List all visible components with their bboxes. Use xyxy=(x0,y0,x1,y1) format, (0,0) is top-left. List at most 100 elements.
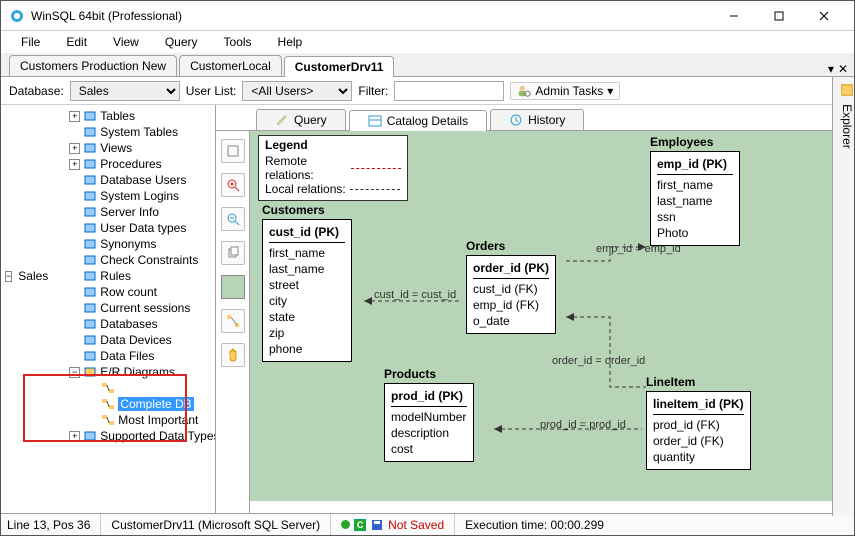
expand-icon[interactable]: + xyxy=(69,431,80,442)
entity-column: cust_id (FK) xyxy=(473,281,549,297)
tool-fit[interactable] xyxy=(221,139,245,163)
status-indicators: C Not Saved xyxy=(341,514,455,535)
menu-edit[interactable]: Edit xyxy=(54,33,99,51)
admin-tasks-button[interactable]: Admin Tasks ▾ xyxy=(510,82,620,100)
tree-item[interactable]: Server Info xyxy=(100,205,159,219)
tree-supported[interactable]: Supported Data Types xyxy=(100,429,216,443)
object-tree[interactable]: − Sales + Tables System Tables + Views + Proce… xyxy=(1,105,216,516)
diagram-icon xyxy=(101,381,115,395)
node-icon xyxy=(83,173,97,187)
entity-column: prod_id (FK) xyxy=(653,417,744,433)
tree-item[interactable]: Tables xyxy=(100,109,135,123)
entity-column: quantity xyxy=(653,449,744,465)
pencil-icon xyxy=(275,113,289,127)
menu-query[interactable]: Query xyxy=(153,33,210,51)
entity-orders[interactable]: Ordersorder_id (PK)cust_id (FK)emp_id (F… xyxy=(466,239,556,334)
minimize-button[interactable] xyxy=(711,2,756,30)
tree-root[interactable]: Sales xyxy=(18,269,48,283)
tree-er-item[interactable]: Complete DB xyxy=(118,397,193,411)
title-bar: WinSQL 64bit (Professional) xyxy=(1,1,854,31)
node-icon xyxy=(83,365,97,379)
node-icon xyxy=(83,157,97,171)
collapse-icon[interactable]: − xyxy=(69,367,80,378)
tree-item[interactable]: Rules xyxy=(100,269,131,283)
entity-lineitem[interactable]: LineItemlineItem_id (PK)prod_id (FK)orde… xyxy=(646,375,751,470)
menu-bar: File Edit View Query Tools Help xyxy=(1,31,854,53)
close-button[interactable] xyxy=(801,2,846,30)
tab-query[interactable]: Query xyxy=(256,109,346,130)
tree-item[interactable]: Procedures xyxy=(100,157,161,171)
app-logo-icon xyxy=(9,8,25,24)
tool-bgcolor[interactable] xyxy=(221,275,245,299)
status-bar: Line 13, Pos 36 CustomerDrv11 (Microsoft… xyxy=(1,513,854,535)
diagram-canvas[interactable]: Legend Remote relations: Local relations… xyxy=(250,131,832,501)
menu-tools[interactable]: Tools xyxy=(212,33,264,51)
filter-input[interactable] xyxy=(394,81,504,101)
database-select[interactable]: Sales xyxy=(70,81,180,101)
entity-column: description xyxy=(391,425,467,441)
tree-item[interactable]: Views xyxy=(100,141,132,155)
entity-column: street xyxy=(269,277,345,293)
tab-connection-2[interactable]: CustomerDrv11 xyxy=(284,56,395,77)
node-icon xyxy=(83,317,97,331)
tab-connection-1[interactable]: CustomerLocal xyxy=(179,55,282,76)
node-icon xyxy=(83,189,97,203)
tree-er-diagrams[interactable]: E/R Diagrams xyxy=(100,365,175,379)
expand-icon[interactable]: + xyxy=(69,159,80,170)
expand-icon[interactable]: + xyxy=(69,143,80,154)
collapse-icon[interactable]: − xyxy=(5,271,12,282)
tree-item[interactable]: Data Devices xyxy=(100,333,171,347)
menu-file[interactable]: File xyxy=(9,33,52,51)
status-saved: Not Saved xyxy=(388,518,444,532)
main-area: − Sales + Tables System Tables + Views + Proce… xyxy=(1,105,854,516)
maximize-button[interactable] xyxy=(756,2,801,30)
tree-er-item[interactable]: Most Important xyxy=(118,413,198,427)
tree-item[interactable]: System Logins xyxy=(100,189,179,203)
tool-zoom-in[interactable] xyxy=(221,173,245,197)
tab-close-icon[interactable]: ✕ xyxy=(838,62,848,76)
menu-help[interactable]: Help xyxy=(266,33,315,51)
entity-column: first_name xyxy=(269,245,345,261)
tool-relations[interactable] xyxy=(221,309,245,333)
tree-item[interactable]: Data Files xyxy=(100,349,154,363)
filter-label: Filter: xyxy=(358,84,388,98)
entity-employees[interactable]: Employeesemp_id (PK)first_namelast_names… xyxy=(650,135,740,246)
tree-item[interactable]: Row count xyxy=(100,285,157,299)
tree-item[interactable]: Databases xyxy=(100,317,157,331)
window-title: WinSQL 64bit (Professional) xyxy=(31,9,711,23)
inner-tabs: Query Catalog Details History xyxy=(216,105,832,131)
tab-dropdown-icon[interactable]: ▾ xyxy=(828,62,834,76)
tab-catalog-details[interactable]: Catalog Details xyxy=(349,110,487,131)
status-connection: CustomerDrv11 (Microsoft SQL Server) xyxy=(111,514,331,535)
entity-customers[interactable]: Customerscust_id (PK)first_namelast_name… xyxy=(262,203,352,362)
explorer-icon xyxy=(840,83,854,97)
node-icon xyxy=(83,285,97,299)
tree-item[interactable]: System Tables xyxy=(100,125,178,139)
entity-column: last_name xyxy=(657,193,733,209)
node-icon xyxy=(83,301,97,315)
tree-item[interactable]: User Data types xyxy=(100,221,186,235)
right-pane: Query Catalog Details History xyxy=(216,105,832,516)
tab-history[interactable]: History xyxy=(490,109,584,130)
entity-column: first_name xyxy=(657,177,733,193)
tree-item[interactable]: Database Users xyxy=(100,173,186,187)
tool-zoom-out[interactable] xyxy=(221,207,245,231)
entity-title: Customers xyxy=(262,203,352,217)
node-icon xyxy=(83,141,97,155)
explorer-strip[interactable]: Explorer xyxy=(832,77,854,516)
diagram-icon xyxy=(101,397,115,411)
tool-hand[interactable] xyxy=(221,343,245,367)
tree-item[interactable]: Check Constraints xyxy=(100,253,198,267)
tree-item[interactable]: Current sessions xyxy=(100,301,190,315)
userlist-select[interactable]: <All Users> xyxy=(242,81,352,101)
tool-copy[interactable] xyxy=(221,241,245,265)
menu-view[interactable]: View xyxy=(101,33,151,51)
tree-item[interactable]: Synonyms xyxy=(100,237,156,251)
entity-products[interactable]: Productsprod_id (PK)modelNumberdescripti… xyxy=(384,367,474,462)
diagram-canvas-wrap[interactable]: Legend Remote relations: Local relations… xyxy=(250,131,832,516)
expand-icon[interactable]: + xyxy=(69,111,80,122)
entity-title: LineItem xyxy=(646,375,751,389)
status-dot-icon xyxy=(341,520,350,529)
tab-connection-0[interactable]: Customers Production New xyxy=(9,55,177,76)
filter-toolbar: Database: Sales User List: <All Users> F… xyxy=(1,77,854,105)
